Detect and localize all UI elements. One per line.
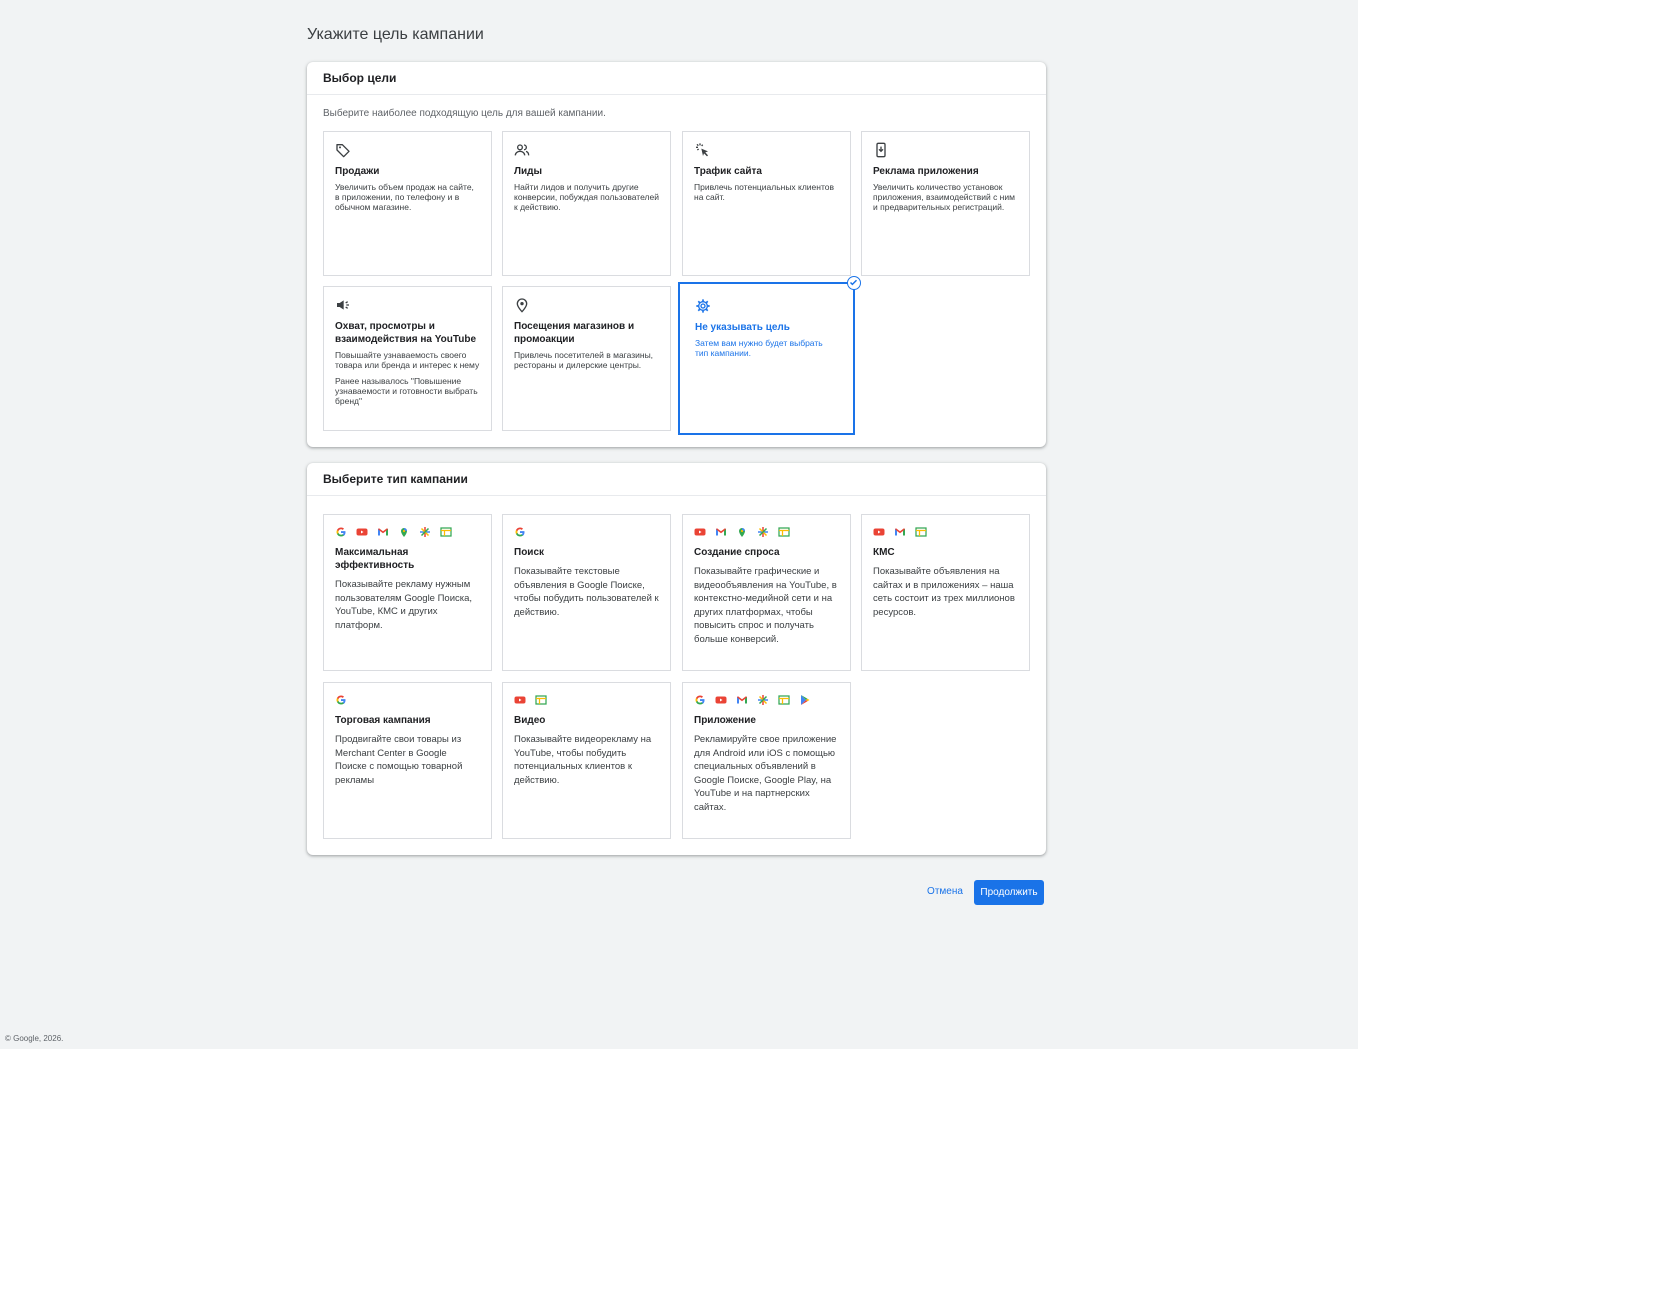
type-card-demand-gen[interactable]: Создание спроса Показывайте графические … (682, 514, 851, 671)
type-card-desc: Показывайте текстовые объявления в Googl… (514, 566, 659, 618)
platform-icons (694, 693, 839, 707)
goal-card-title: Трафик сайта (694, 166, 762, 177)
display-icon (440, 526, 452, 538)
display-icon (915, 526, 927, 538)
type-card-desc: Показывайте рекламу нужным пользователям… (335, 579, 473, 631)
type-card-title: Торговая кампания (335, 715, 431, 726)
gear-icon (695, 298, 713, 316)
maps-icon (398, 526, 410, 538)
type-card-desc: Показывайте графические и видеообъявлени… (694, 566, 837, 645)
display-icon (778, 526, 790, 538)
goal-card-store-visits[interactable]: Посещения магазинов и промоакции Привлеч… (502, 286, 671, 431)
megaphone-icon (335, 297, 353, 315)
youtube-icon (873, 526, 885, 538)
footer-copyright: © Google, 2026. (5, 1034, 64, 1043)
platform-icons (694, 525, 839, 539)
platform-icons (335, 525, 480, 539)
cancel-button[interactable]: Отмена (920, 880, 970, 904)
display-icon (535, 694, 547, 706)
goal-card-desc: Увеличить количество установок приложени… (873, 182, 1015, 212)
campaign-type-panel: Выберите тип кампании Максимальная эффек… (307, 463, 1046, 855)
goal-card-youtube-reach[interactable]: Охват, просмотры и взаимодействия на You… (323, 286, 492, 431)
goal-card-no-goal[interactable]: Не указывать цель Затем вам нужно будет … (678, 276, 861, 435)
goal-card-title: Не указывать цель (695, 322, 790, 333)
type-card-desc: Продвигайте свои товары из Merchant Cent… (335, 734, 463, 786)
google-icon (514, 526, 526, 538)
goal-card-desc: Привлечь посетителей в магазины, рестора… (514, 350, 654, 370)
goal-card-traffic[interactable]: Трафик сайта Привлечь потенциальных клие… (682, 131, 851, 276)
goal-card-desc: Привлечь потенциальных клиентов на сайт. (694, 182, 835, 202)
youtube-icon (514, 694, 526, 706)
type-card-title: КМС (873, 547, 895, 558)
gmail-icon (736, 694, 748, 706)
type-card-title: Поиск (514, 547, 545, 558)
google-icon (694, 694, 706, 706)
map-pin-icon (514, 297, 532, 315)
selected-check-icon (847, 276, 861, 290)
goal-card-note: Ранее называлось "Повышение узнаваемости… (335, 376, 478, 406)
play-icon (799, 694, 811, 706)
platform-icons (873, 525, 1018, 539)
youtube-icon (356, 526, 368, 538)
goal-card-desc: Повышайте узнаваемость своего товара или… (335, 350, 480, 370)
type-card-video[interactable]: Видео Показывайте видеорекламу на YouTub… (502, 682, 671, 839)
type-card-title: Создание спроса (694, 547, 780, 558)
youtube-icon (715, 694, 727, 706)
type-card-title: Приложение (694, 715, 756, 726)
goal-panel-subtitle: Выберите наиболее подходящую цель для ва… (323, 108, 606, 119)
goal-card-title: Посещения магазинов и промоакции (514, 321, 635, 345)
people-icon (514, 142, 532, 160)
goal-panel: Выбор цели Выберите наиболее подходящую … (307, 62, 1046, 447)
goal-card-title: Продажи (335, 166, 380, 177)
discover-icon (419, 526, 431, 538)
continue-button[interactable]: Продолжить (974, 880, 1044, 905)
discover-icon (757, 526, 769, 538)
phone-download-icon (873, 142, 891, 160)
type-card-display[interactable]: КМС Показывайте объявления на сайтах и в… (861, 514, 1030, 671)
type-card-desc: Рекламируйте свое приложение для Android… (694, 734, 837, 813)
goal-card-desc: Увеличить объем продаж на сайте, в прило… (335, 182, 474, 212)
gmail-icon (715, 526, 727, 538)
goal-card-sales[interactable]: Продажи Увеличить объем продаж на сайте,… (323, 131, 492, 276)
platform-icons (514, 525, 659, 539)
platform-icons (514, 693, 659, 707)
google-icon (335, 694, 347, 706)
goal-card-leads[interactable]: Лиды Найти лидов и получить другие конве… (502, 131, 671, 276)
type-card-title: Видео (514, 715, 546, 726)
type-card-shopping[interactable]: Торговая кампания Продвигайте свои товар… (323, 682, 492, 839)
maps-icon (736, 526, 748, 538)
gmail-icon (377, 526, 389, 538)
display-icon (778, 694, 790, 706)
page-title: Укажите цель кампании (307, 26, 484, 43)
discover-icon (757, 694, 769, 706)
goal-panel-header: Выбор цели (307, 62, 1046, 95)
type-card-desc: Показывайте объявления на сайтах и в при… (873, 566, 1015, 618)
google-icon (335, 526, 347, 538)
app-viewport: Укажите цель кампании Выбор цели Выберит… (0, 0, 1358, 1049)
goal-card-title: Охват, просмотры и взаимодействия на You… (335, 321, 477, 345)
goal-card-title: Реклама приложения (873, 166, 979, 177)
platform-icons (335, 693, 480, 707)
goal-card-desc: Затем вам нужно будет выбрать тип кампан… (695, 338, 823, 358)
campaign-type-panel-header: Выберите тип кампании (307, 463, 1046, 496)
type-card-search[interactable]: Поиск Показывайте текстовые объявления в… (502, 514, 671, 671)
gmail-icon (894, 526, 906, 538)
type-card-app[interactable]: Приложение Рекламируйте свое приложение … (682, 682, 851, 839)
goal-card-title: Лиды (514, 166, 543, 177)
type-card-pmax[interactable]: Максимальная эффективность Показывайте р… (323, 514, 492, 671)
goal-card-app[interactable]: Реклама приложения Увеличить количество … (861, 131, 1030, 276)
type-card-title: Максимальная эффективность (335, 547, 415, 571)
goal-card-desc: Найти лидов и получить другие конверсии,… (514, 182, 659, 212)
tag-icon (335, 142, 353, 160)
cursor-click-icon (694, 142, 712, 160)
youtube-icon (694, 526, 706, 538)
type-card-desc: Показывайте видеорекламу на YouTube, что… (514, 734, 652, 786)
